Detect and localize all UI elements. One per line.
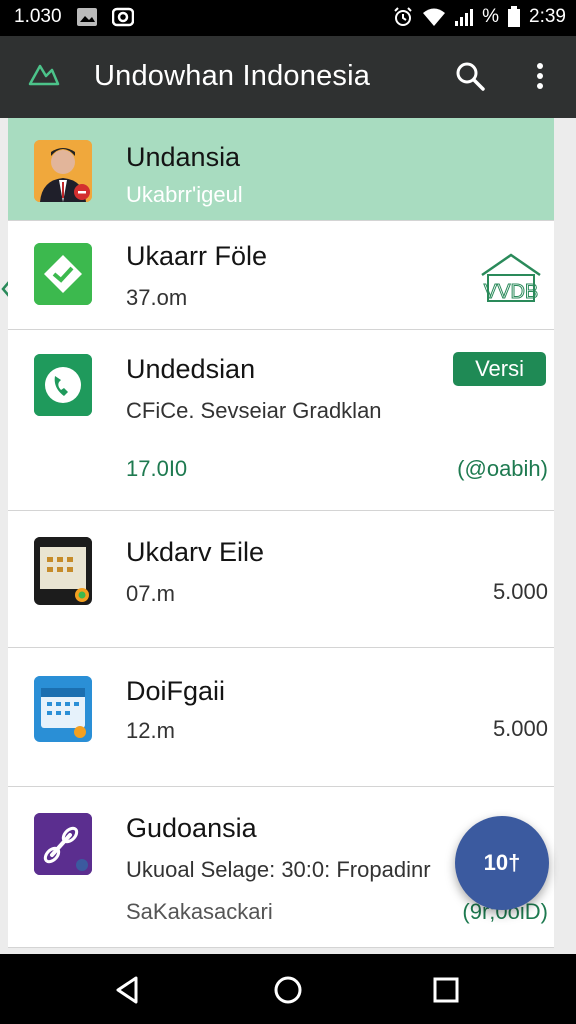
item-meta: SaKakasackari — [126, 899, 273, 924]
app-title: Undowhan Indonesia — [94, 60, 371, 92]
list-item[interactable]: Undedsian CFiCe. Sevseiar Gradklan 17.0I… — [8, 330, 554, 511]
item-right-text: (@oabih) — [457, 456, 548, 481]
recents-icon[interactable] — [428, 972, 464, 1008]
home-icon[interactable] — [270, 972, 306, 1008]
person-avatar-icon — [34, 140, 92, 202]
item-right-text: 5.000 — [492, 579, 548, 604]
phone-icon — [34, 354, 92, 416]
list-item[interactable]: DoiFgaii 12.m 5.000 — [8, 648, 554, 787]
item-title: Ukdarv Eile — [126, 537, 265, 567]
app-bar: Undowhan Indonesia — [0, 36, 576, 118]
item-subtitle: Ukabrr'igeul — [126, 182, 243, 207]
status-time-right: 2:39 — [529, 6, 566, 27]
house-logo: VVDB — [476, 251, 546, 305]
floating-action-button[interactable]: 10† — [455, 816, 549, 910]
wifi-icon — [423, 8, 446, 26]
list-item[interactable]: Undansia Ukabrr'igeul — [8, 118, 554, 221]
green-check-icon — [34, 243, 92, 305]
alarm-icon — [394, 7, 412, 26]
item-right-text: VVDB — [484, 281, 538, 303]
list-item[interactable]: Ukdarv Eile 07.m 5.000 — [8, 511, 554, 648]
item-subtitle: 37.om — [126, 285, 188, 310]
item-subtitle: Ukuoal Selage: 30:0: Fropadinr — [126, 857, 431, 882]
image-notification-icon — [76, 8, 97, 26]
item-meta: 17.0I0 — [126, 456, 188, 481]
camera-notification-icon — [111, 7, 134, 27]
calendar-icon — [34, 676, 92, 742]
item-right-text: 5.000 — [492, 716, 548, 741]
item-title: Gudoansia — [126, 813, 257, 843]
more-vert-icon[interactable] — [522, 58, 558, 94]
item-title: Undedsian — [126, 354, 256, 384]
signal-icon — [455, 9, 474, 26]
navigation-bar — [0, 954, 576, 1024]
status-time-left: 1.030 — [14, 6, 62, 27]
battery-text: % — [482, 6, 500, 27]
item-title: Undansia — [126, 142, 241, 172]
search-icon[interactable] — [452, 58, 488, 94]
item-title: Ukaarr Föle — [126, 241, 268, 271]
item-subtitle: 12.m — [126, 718, 175, 743]
link-icon — [34, 813, 92, 875]
item-title: DoiFgaii — [126, 676, 226, 706]
list-item[interactable]: Ukaarr Föle 37.om VVDB — [8, 221, 554, 330]
item-subtitle: CFiCe. Sevseiar Gradklan — [126, 398, 382, 423]
tablet-icon — [34, 537, 92, 605]
triangle-logo-icon[interactable] — [26, 58, 62, 94]
status-bar: 1.030 % 2:39 — [0, 0, 576, 36]
item-subtitle: 07.m — [126, 581, 175, 606]
version-badge[interactable]: Versi — [453, 352, 546, 386]
back-icon[interactable] — [110, 972, 146, 1008]
battery-icon — [508, 6, 521, 27]
